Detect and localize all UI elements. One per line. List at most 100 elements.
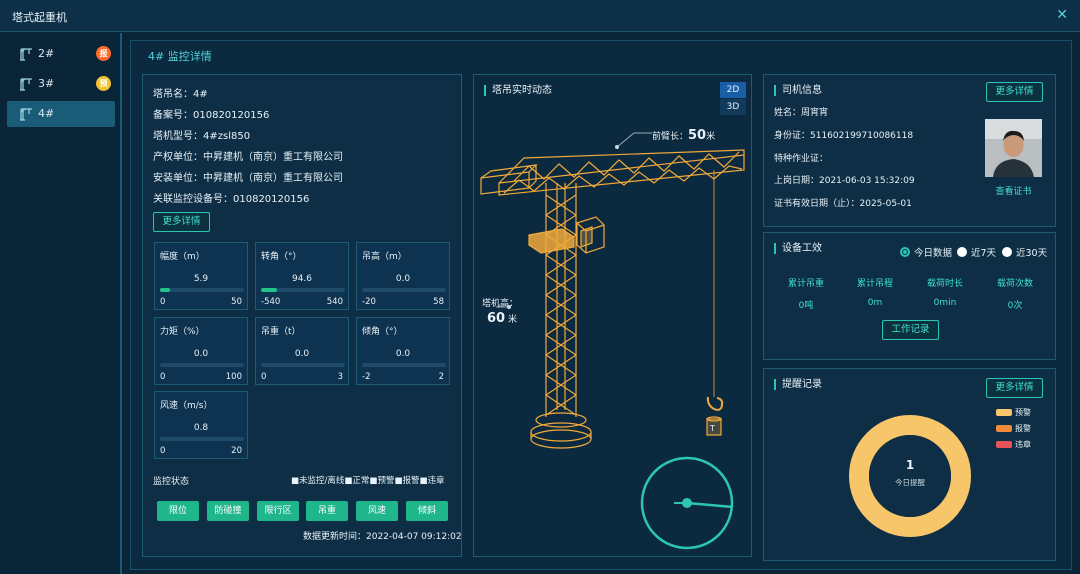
gauge-track bbox=[261, 288, 345, 292]
tower-model: 塔机型号：4#zsl850 bbox=[153, 131, 251, 142]
owner-unit: 产权单位：中昇建机（南京）重工有限公司 bbox=[153, 152, 343, 163]
jib-length-value: 50 bbox=[688, 128, 707, 143]
gauge-rotation: 转角（°） 94.6 -540 540 bbox=[255, 242, 349, 310]
gauge-tilt: 倾角（°） 0.0 -2 2 bbox=[356, 317, 450, 385]
gauge-min: 0 bbox=[160, 446, 166, 456]
reminder-more-details-button[interactable]: 更多详情 bbox=[986, 378, 1043, 398]
limit-status-button[interactable]: 限位 bbox=[157, 501, 199, 521]
gauge-title: 转角（°） bbox=[261, 252, 302, 262]
gauge-max: 100 bbox=[225, 372, 242, 382]
gauge-amplitude: 幅度（m） 5.9 0 50 bbox=[154, 242, 248, 310]
legend-alarm: 报警 bbox=[996, 423, 1031, 434]
reminder-panel: 提醒记录 更多详情 1 今日提醒 预警 报警 违章 bbox=[763, 368, 1056, 561]
driver-cert-valid-until: 证书有效日期（止）：2025-05-01 bbox=[774, 199, 912, 209]
gauge-title: 力矩（%） bbox=[160, 327, 205, 337]
crane-icon bbox=[20, 78, 32, 91]
legend-label: 报警 bbox=[1015, 424, 1031, 433]
gauge-max: 3 bbox=[337, 372, 343, 382]
sidebar-item-3[interactable]: 3# 预 bbox=[7, 71, 115, 97]
more-details-button[interactable]: 更多详情 bbox=[153, 212, 210, 232]
stat-total-distance-label: 累计吊程 bbox=[856, 279, 893, 289]
gauge-min: -20 bbox=[362, 297, 376, 307]
gauge-max: 50 bbox=[231, 297, 242, 307]
gauge-title: 吊重（t） bbox=[261, 327, 301, 337]
gauge-title: 倾角（°） bbox=[362, 327, 403, 337]
sidebar: 2# 报 3# 预 4# bbox=[0, 33, 122, 574]
jib-length-readout: 前臂长：50米 bbox=[652, 128, 715, 143]
tilt-status-button[interactable]: 倾斜 bbox=[406, 501, 448, 521]
crane-icon bbox=[20, 108, 32, 121]
gauge-title: 风速（m/s） bbox=[160, 401, 213, 411]
crane-icon bbox=[20, 48, 32, 61]
crane-panel: 塔吊实时动态 2D 3D 前臂长：50米 塔机高： 60 米 T bbox=[473, 74, 752, 557]
gauge-fill bbox=[261, 288, 277, 292]
jib-length-unit: 米 bbox=[706, 132, 716, 142]
last-7-days-radio[interactable]: 近7天 bbox=[957, 245, 996, 259]
gauge-value: 0.0 bbox=[395, 274, 411, 284]
legend-swatch bbox=[996, 425, 1012, 432]
title-bar: 塔式起重机 ✕ bbox=[0, 0, 1080, 32]
legend-swatch bbox=[996, 409, 1012, 416]
monitor-status-label: 监控状态 bbox=[153, 477, 190, 487]
monitor-status-legend: ■未监控/离线■正常■预警■报警■违章 bbox=[291, 476, 445, 486]
radio-icon bbox=[1002, 247, 1012, 257]
reminder-donut-hole bbox=[869, 435, 951, 517]
gauge-load-weight: 吊重（t） 0.0 0 3 bbox=[255, 317, 349, 385]
driver-panel: 司机信息 更多详情 姓名：周宵宵 身份证：511602199710086118 … bbox=[763, 74, 1056, 227]
gauge-max: 58 bbox=[433, 297, 444, 307]
stat-load-count-value: 0次 bbox=[1007, 301, 1023, 311]
anti-collision-status-button[interactable]: 防碰撞 bbox=[207, 501, 249, 521]
gauge-moment: 力矩（%） 0.0 0 100 bbox=[154, 317, 248, 385]
sidebar-item-4[interactable]: 4# bbox=[7, 101, 115, 127]
gauge-title: 幅度（m） bbox=[160, 252, 205, 262]
restricted-zone-status-button[interactable]: 限行区 bbox=[257, 501, 299, 521]
radio-selected-icon bbox=[900, 247, 910, 257]
stat-total-distance-value: 0m bbox=[867, 298, 883, 308]
legend-label: 违章 bbox=[1015, 440, 1031, 449]
last-30-days-label: 近30天 bbox=[1016, 248, 1048, 259]
gauge-value: 0.8 bbox=[193, 423, 209, 433]
last-30-days-radio[interactable]: 近30天 bbox=[1002, 245, 1047, 259]
warning-badge: 预 bbox=[96, 76, 111, 91]
sidebar-item-label: 4# bbox=[38, 107, 55, 120]
gauge-min: 0 bbox=[160, 297, 166, 307]
tower-height-unit: 米 bbox=[507, 315, 517, 325]
view-certificate-link[interactable]: 查看证书 bbox=[985, 184, 1042, 197]
hook-label: T bbox=[710, 424, 715, 433]
device-no: 关联监控设备号：010820120156 bbox=[153, 194, 310, 205]
wind-status-button[interactable]: 风速 bbox=[356, 501, 398, 521]
load-status-button[interactable]: 吊重 bbox=[306, 501, 348, 521]
gauge-max: 20 bbox=[231, 446, 242, 456]
efficiency-panel: 设备工效 今日数据 近7天 近30天 累计吊重 0吨 累计吊程 0m 载荷时长 … bbox=[763, 232, 1056, 360]
last-7-days-label: 近7天 bbox=[971, 248, 997, 259]
gauge-track bbox=[362, 363, 446, 367]
work-record-button[interactable]: 工作记录 bbox=[882, 320, 939, 340]
reminder-title: 提醒记录 bbox=[774, 379, 822, 390]
installer-unit: 安装单位：中昇建机（南京）重工有限公司 bbox=[153, 173, 343, 184]
tower-height-readout: 60 米 bbox=[487, 311, 517, 326]
gauge-max: 2 bbox=[438, 372, 444, 382]
efficiency-title: 设备工效 bbox=[774, 243, 822, 254]
gauge-wind-speed: 风速（m/s） 0.8 0 20 bbox=[154, 391, 248, 459]
driver-name: 姓名：周宵宵 bbox=[774, 108, 829, 118]
close-icon[interactable]: ✕ bbox=[1056, 7, 1068, 23]
tower-name: 塔吊名：4# bbox=[153, 89, 208, 100]
gauge-value: 5.9 bbox=[193, 274, 209, 284]
driver-photo bbox=[985, 119, 1042, 177]
window-title: 塔式起重机 bbox=[12, 11, 67, 24]
driver-id-card: 身份证：511602199710086118 bbox=[774, 131, 914, 141]
gauge-track bbox=[261, 363, 345, 367]
reminder-donut-chart bbox=[849, 415, 971, 537]
legend-violation: 违章 bbox=[996, 439, 1031, 450]
sidebar-item-label: 2# bbox=[38, 47, 55, 60]
gauge-max: 540 bbox=[326, 297, 343, 307]
main-content: 4# 监控详情 塔吊名：4# 备案号：010820120156 塔机型号：4#z… bbox=[130, 40, 1072, 570]
gauge-title: 吊高（m） bbox=[362, 252, 407, 262]
sidebar-item-2[interactable]: 2# 报 bbox=[7, 41, 115, 67]
gauge-hook-height: 吊高（m） 0.0 -20 58 bbox=[356, 242, 450, 310]
driver-more-details-button[interactable]: 更多详情 bbox=[986, 82, 1043, 102]
gauge-value: 0.0 bbox=[193, 349, 209, 359]
today-data-radio[interactable]: 今日数据 bbox=[900, 245, 952, 259]
gauge-fill bbox=[160, 288, 170, 292]
stat-total-load-label: 累计吊重 bbox=[787, 279, 824, 289]
